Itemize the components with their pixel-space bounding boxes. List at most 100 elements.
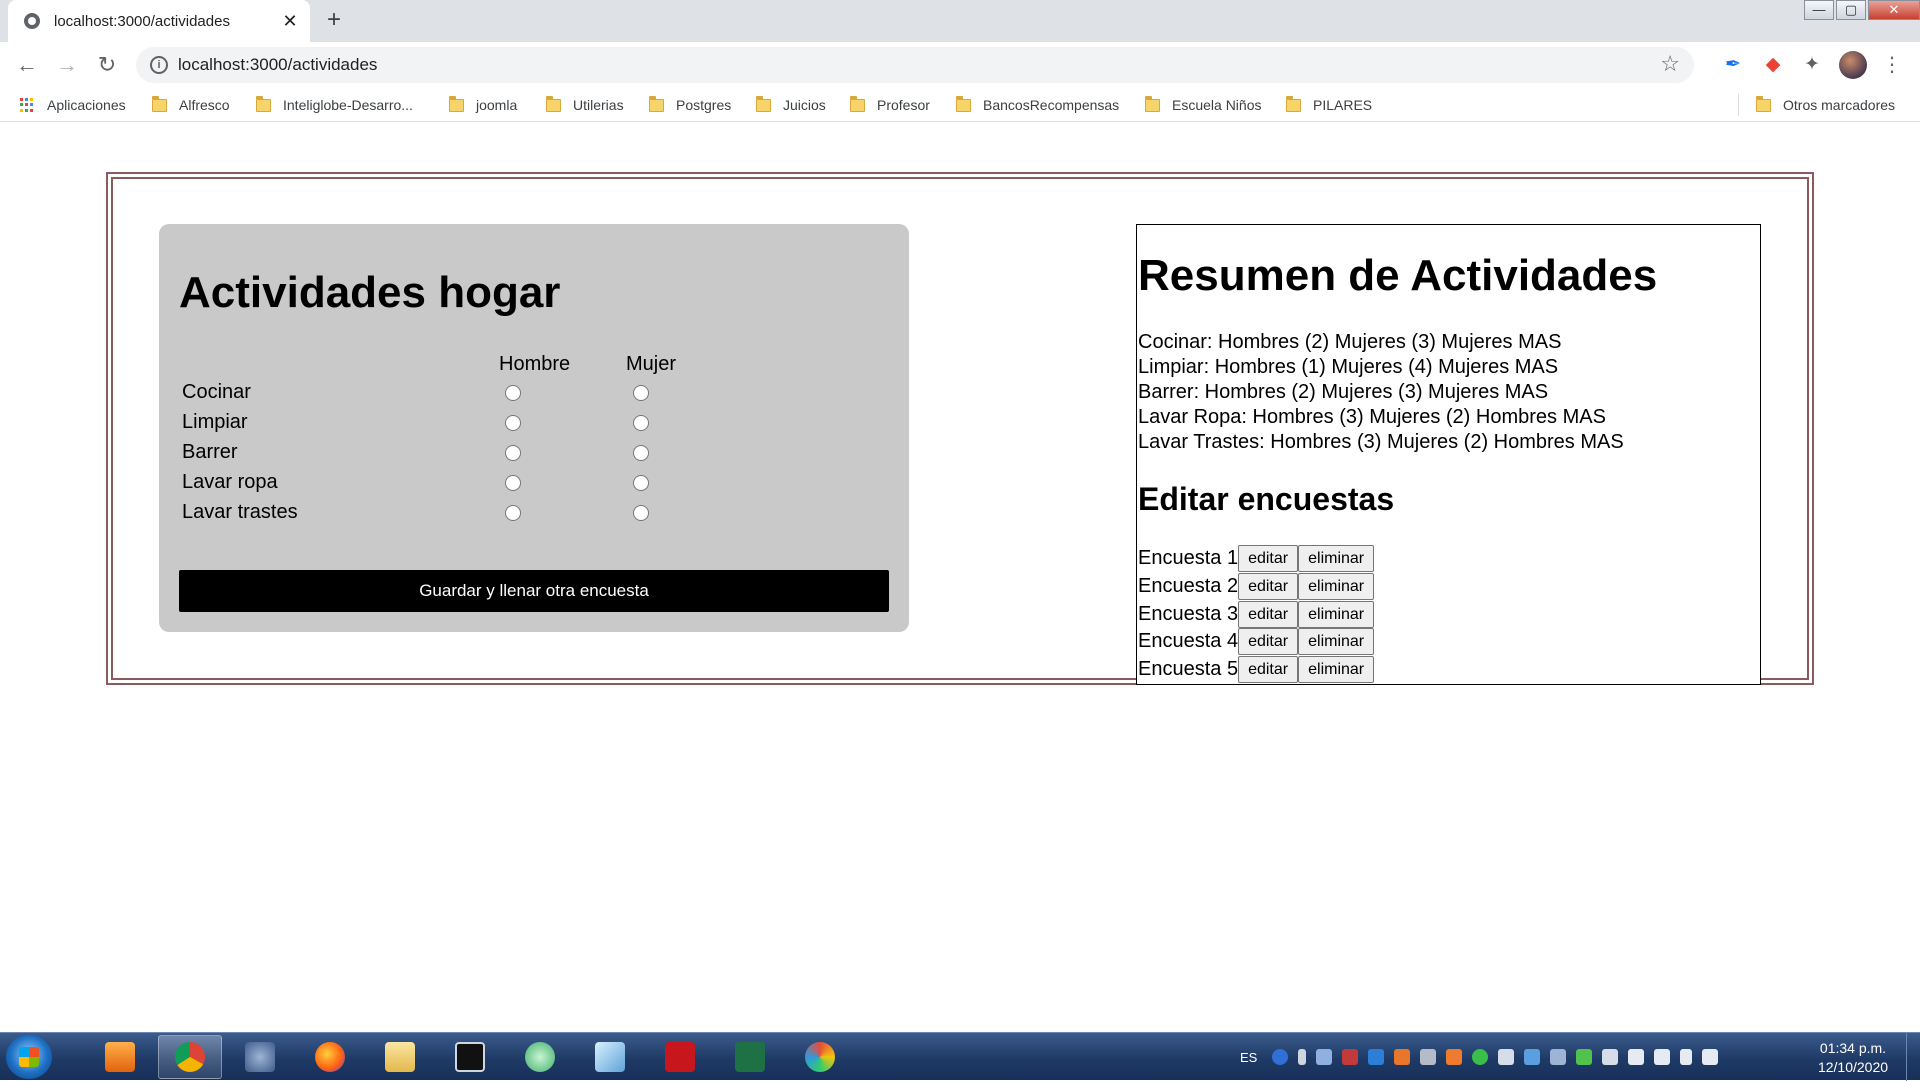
save-and-new-survey-button[interactable]: Guardar y llenar otra encuesta bbox=[179, 570, 889, 612]
minimize-button[interactable]: — bbox=[1804, 0, 1834, 20]
editor-taskbar-icon[interactable] bbox=[578, 1035, 642, 1079]
excel-taskbar-icon[interactable] bbox=[718, 1035, 782, 1079]
bookmark-label: Postgres bbox=[676, 97, 732, 113]
bookmark-folder-other[interactable]: Otros marcadores bbox=[1756, 95, 1895, 115]
edit-button[interactable]: editar bbox=[1238, 601, 1299, 628]
bookmark-apps[interactable]: Aplicaciones bbox=[20, 95, 126, 115]
show-desktop-button[interactable] bbox=[1906, 1033, 1920, 1081]
reload-icon[interactable]: ↻ bbox=[92, 50, 122, 80]
tray-expand-icon[interactable] bbox=[1298, 1049, 1307, 1065]
extensions-puzzle-icon[interactable]: ✦ bbox=[1800, 53, 1824, 77]
shield-icon[interactable] bbox=[1420, 1049, 1437, 1065]
edit-button[interactable]: editar bbox=[1238, 628, 1299, 655]
radio-mujer[interactable] bbox=[633, 385, 649, 401]
summary-panel: Resumen de Actividades Cocinar: Hombres … bbox=[1136, 224, 1761, 685]
bookmark-folder[interactable]: Alfresco bbox=[152, 95, 230, 115]
monitor-icon[interactable] bbox=[1602, 1049, 1619, 1065]
activity-label: Cocinar bbox=[182, 381, 251, 403]
browser-tab[interactable]: localhost:3000/actividades ✕ bbox=[8, 0, 310, 42]
radio-hombre[interactable] bbox=[505, 505, 521, 521]
survey-row: Encuesta 2 editar eliminar bbox=[1138, 573, 1375, 600]
bookmark-folder[interactable]: Utilerias bbox=[546, 95, 624, 115]
chrome-taskbar-icon[interactable] bbox=[158, 1035, 222, 1079]
bookmark-star-icon[interactable]: ☆ bbox=[1660, 51, 1680, 77]
bluetooth-icon[interactable] bbox=[1316, 1049, 1333, 1065]
survey-label: Encuesta 1 bbox=[1138, 547, 1239, 569]
back-arrow-icon[interactable]: ← bbox=[12, 50, 42, 80]
address-bar[interactable]: i localhost:3000/actividades ☆ bbox=[136, 47, 1694, 83]
maximize-button[interactable]: ▢ bbox=[1836, 0, 1866, 20]
delete-button[interactable]: eliminar bbox=[1298, 545, 1375, 572]
survey-form: Actividades hogar Hombre Mujer Cocinar L… bbox=[159, 224, 909, 632]
bookmark-folder[interactable]: Postgres bbox=[649, 95, 731, 115]
antivirus-icon[interactable] bbox=[1342, 1049, 1359, 1065]
folder-icon bbox=[850, 95, 865, 112]
battery-icon[interactable] bbox=[1654, 1049, 1671, 1065]
radio-hombre[interactable] bbox=[505, 475, 521, 491]
delete-button[interactable]: eliminar bbox=[1298, 601, 1375, 628]
language-indicator[interactable]: ES bbox=[1240, 1050, 1257, 1065]
volume-icon[interactable] bbox=[1702, 1049, 1719, 1065]
profile-avatar[interactable] bbox=[1839, 51, 1867, 79]
terminal-taskbar-icon[interactable] bbox=[438, 1035, 502, 1079]
survey-row: Encuesta 3 editar eliminar bbox=[1138, 601, 1375, 628]
radio-mujer[interactable] bbox=[633, 445, 649, 461]
radio-mujer[interactable] bbox=[633, 505, 649, 521]
radio-hombre[interactable] bbox=[505, 415, 521, 431]
folder-icon bbox=[546, 95, 561, 112]
menu-dots-icon[interactable]: ⋮ bbox=[1882, 52, 1902, 77]
bookmark-folder[interactable]: Juicios bbox=[756, 95, 826, 115]
bookmark-folder[interactable]: PILARES bbox=[1286, 95, 1372, 115]
pen-extension-icon[interactable]: ✒ bbox=[1721, 53, 1745, 77]
survey-row: Encuesta 1 editar eliminar bbox=[1138, 545, 1375, 572]
bookmark-folder[interactable]: Profesor bbox=[850, 95, 930, 115]
bookmark-folder[interactable]: BancosRecompensas bbox=[956, 95, 1119, 115]
delete-button[interactable]: eliminar bbox=[1298, 573, 1375, 600]
firefox-taskbar-icon[interactable] bbox=[298, 1035, 362, 1079]
edit-button[interactable]: editar bbox=[1238, 573, 1299, 600]
display-icon[interactable] bbox=[1524, 1049, 1541, 1065]
security-check-icon[interactable] bbox=[1472, 1049, 1489, 1065]
file-explorer-taskbar-icon[interactable] bbox=[368, 1035, 432, 1079]
wifi-icon[interactable] bbox=[1576, 1049, 1593, 1065]
network-tool-icon[interactable] bbox=[1498, 1049, 1515, 1065]
bookmark-folder[interactable]: Inteliglobe-Desarro... bbox=[256, 95, 413, 115]
info-icon[interactable]: i bbox=[150, 56, 168, 74]
summary-line: Lavar Trastes: Hombres (3) Mujeres (2) H… bbox=[1138, 431, 1624, 453]
translate-extension-icon[interactable]: ◆ bbox=[1761, 53, 1785, 77]
action-center-flag-icon[interactable] bbox=[1628, 1049, 1645, 1065]
radio-hombre[interactable] bbox=[505, 385, 521, 401]
summary-line: Barrer: Hombres (2) Mujeres (3) Mujeres … bbox=[1138, 381, 1549, 403]
radio-hombre[interactable] bbox=[505, 445, 521, 461]
start-button[interactable] bbox=[6, 1035, 52, 1079]
bookmark-folder[interactable]: joomla bbox=[449, 95, 517, 115]
media-player-taskbar-icon[interactable] bbox=[88, 1035, 152, 1079]
sublime-icon[interactable] bbox=[1394, 1049, 1411, 1065]
dell-icon[interactable] bbox=[1368, 1049, 1385, 1065]
tab-strip: localhost:3000/actividades ✕ + — ▢ ✕ bbox=[0, 0, 1920, 42]
delete-button[interactable]: eliminar bbox=[1298, 628, 1375, 655]
edit-button[interactable]: editar bbox=[1238, 545, 1299, 572]
radio-mujer[interactable] bbox=[633, 475, 649, 491]
acrobat-taskbar-icon[interactable] bbox=[648, 1035, 712, 1079]
folder-icon bbox=[756, 95, 771, 112]
bookmark-label: Escuela Niños bbox=[1172, 97, 1262, 113]
paint-taskbar-icon[interactable] bbox=[788, 1035, 852, 1079]
xampp-icon[interactable] bbox=[1446, 1049, 1463, 1065]
forward-arrow-icon[interactable]: → bbox=[52, 50, 82, 80]
postgres-taskbar-icon[interactable] bbox=[228, 1035, 292, 1079]
signal-icon[interactable] bbox=[1680, 1049, 1693, 1065]
close-tab-icon[interactable]: ✕ bbox=[280, 11, 300, 32]
new-tab-button[interactable]: + bbox=[320, 7, 348, 35]
remote-icon[interactable] bbox=[1550, 1049, 1567, 1065]
help-icon[interactable] bbox=[1272, 1049, 1289, 1065]
edit-button[interactable]: editar bbox=[1238, 656, 1299, 683]
apps-grid-icon bbox=[20, 97, 35, 113]
delete-button[interactable]: eliminar bbox=[1298, 656, 1375, 683]
bookmark-folder[interactable]: Escuela Niños bbox=[1145, 95, 1262, 115]
close-window-button[interactable]: ✕ bbox=[1868, 0, 1920, 20]
activity-label: Barrer bbox=[182, 441, 238, 463]
taskbar-clock[interactable]: 01:34 p.m. 12/10/2020 bbox=[1812, 1039, 1894, 1077]
atom-taskbar-icon[interactable] bbox=[508, 1035, 572, 1079]
radio-mujer[interactable] bbox=[633, 415, 649, 431]
